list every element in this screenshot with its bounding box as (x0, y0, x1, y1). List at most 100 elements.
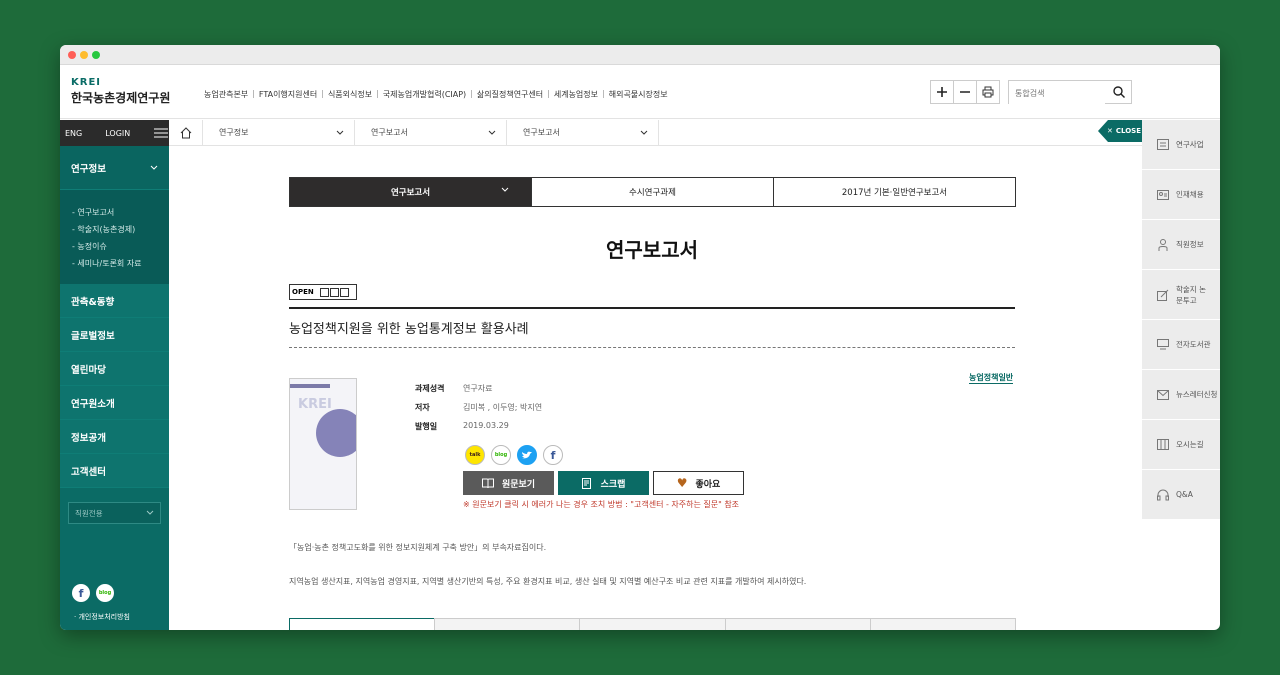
bottom-tab[interactable] (579, 618, 726, 630)
tab-adhoc-projects[interactable]: 수시연구과제 (531, 177, 774, 207)
open-license-badge: OPEN (289, 284, 357, 300)
sidebar-top-bar: ENG LOGIN (60, 120, 169, 146)
search-icon[interactable] (1113, 86, 1125, 98)
bottom-tab[interactable] (869, 618, 1017, 630)
topnav-item[interactable]: 국제농업개발협력(CIAP) (379, 89, 470, 100)
quick-item-staff[interactable]: 직원정보 (1142, 220, 1220, 270)
description-line: 지역농업 생산지표, 지역농업 경영지표, 지역별 생산기반의 특성, 주요 환… (289, 577, 807, 586)
bottom-tab[interactable] (434, 618, 581, 630)
mail-icon (1156, 389, 1170, 401)
headset-icon (1156, 489, 1170, 501)
logo-krei: KREI (71, 77, 102, 88)
site-logo[interactable]: KREI 한국농촌경제연구원 (71, 77, 170, 106)
zoom-out-button[interactable] (953, 80, 977, 104)
bottom-tabs (289, 618, 1017, 630)
report-cover-image: KREI (289, 378, 357, 510)
home-button[interactable] (169, 120, 203, 145)
chevron-down-icon (488, 130, 496, 135)
sidebar-section[interactable]: 고객센터 (60, 454, 169, 488)
report-meta: 과제성격 연구자료 저자 김미복 , 이두영; 박지연 발행일 2019.03.… (415, 383, 542, 440)
print-button[interactable] (976, 80, 1000, 104)
topnav-item[interactable]: 삶의질정책연구센터 (473, 89, 547, 100)
tab-label: 수시연구과제 (629, 188, 676, 198)
scrap-button[interactable]: 스크랩 (558, 471, 649, 495)
sidebar-section[interactable]: 관측&동향 (60, 284, 169, 318)
login-link[interactable]: LOGIN (87, 129, 150, 138)
quick-item-label: 인재채용 (1176, 190, 1204, 199)
printer-icon (982, 86, 994, 98)
site-header: KREI 한국농촌경제연구원 농업관측본부 | FTA이행지원센터 | 식품외식정보… (60, 65, 1220, 119)
breadcrumb-select[interactable]: 연구정보 (203, 120, 355, 145)
facebook-icon[interactable]: f (72, 584, 90, 602)
quick-item-journal[interactable]: 학술지 논문투고 (1142, 270, 1220, 320)
tab-2017-reports[interactable]: 2017년 기본·일반연구보고서 (773, 177, 1016, 207)
maximize-window-button[interactable] (92, 51, 100, 59)
topnav-item[interactable]: 식품외식정보 (324, 89, 376, 100)
window-titlebar (60, 45, 1220, 65)
description-line: 「농업·농촌 정책고도화를 위한 정보지원체계 구축 방안」의 부속자료집이다. (289, 543, 547, 552)
sidebar-section[interactable]: 연구원소개 (60, 386, 169, 420)
breadcrumb-label: 연구보고서 (371, 128, 408, 137)
quick-item-qna[interactable]: Q&A (1142, 470, 1220, 520)
sidebar-section[interactable]: 글로벌정보 (60, 318, 169, 352)
sidebar-subitem[interactable]: - 농정이슈 (72, 238, 169, 255)
meta-row: 과제성격 연구자료 (415, 383, 542, 402)
left-sidebar: ENG LOGIN 연구정보 - 연구보고서 - 학술지(농촌경제) - 농정이… (60, 120, 169, 630)
quick-item-label: 직원정보 (1176, 240, 1204, 249)
quick-item-directions[interactable]: 오시는길 (1142, 420, 1220, 470)
close-window-button[interactable] (68, 51, 76, 59)
privacy-policy-link[interactable]: · 개인정보처리방침 (74, 612, 130, 622)
tab-research-reports[interactable]: 연구보고서 (289, 177, 532, 207)
blog-icon[interactable]: blog (491, 445, 511, 465)
blog-icon[interactable]: blog (96, 584, 114, 602)
breadcrumb: 연구정보 연구보고서 연구보고서 (169, 120, 1142, 146)
topnav-item[interactable]: 세계농업정보 (550, 89, 602, 100)
zoom-in-button[interactable] (930, 80, 954, 104)
main-content: 연구보고서 수시연구과제 2017년 기본·일반연구보고서 연구보고서 OPEN… (169, 146, 1142, 630)
meta-value: 연구자료 (463, 384, 493, 393)
breadcrumb-select[interactable]: 연구보고서 (355, 120, 507, 145)
bottom-tab[interactable] (289, 618, 436, 630)
eng-link[interactable]: ENG (60, 129, 87, 138)
quick-item-newsletter[interactable]: 뉴스레터신청 (1142, 370, 1220, 420)
open-badge-label: OPEN (290, 288, 316, 296)
browser-window: KREI 한국농촌경제연구원 농업관측본부 | FTA이행지원센터 | 식품외식정보… (60, 45, 1220, 630)
bottom-tab[interactable] (724, 618, 871, 630)
meta-key: 발행일 (415, 422, 438, 431)
like-button[interactable]: ♥ 좋아요 (653, 471, 744, 495)
view-original-button[interactable]: 원문보기 (463, 471, 554, 495)
quick-menu: 연구사업 인재채용 직원정보 학술지 논문투고 전자도서관 뉴스레터신청 오시는… (1142, 120, 1220, 520)
cover-logo: KREI (298, 397, 332, 412)
chevron-down-icon (501, 187, 509, 192)
sidebar-section[interactable]: 정보공개 (60, 420, 169, 454)
breadcrumb-select[interactable]: 연구보고서 (507, 120, 659, 145)
quick-item-label: 연구사업 (1176, 140, 1204, 149)
menu-icon[interactable] (154, 128, 169, 138)
sidebar-subitem[interactable]: - 연구보고서 (72, 204, 169, 221)
breadcrumb-label: 연구보고서 (523, 128, 560, 137)
quick-item-library[interactable]: 전자도서관 (1142, 320, 1220, 370)
minimize-window-button[interactable] (80, 51, 88, 59)
twitter-icon[interactable] (517, 445, 537, 465)
category-link[interactable]: 농업정책일반 (969, 372, 1014, 384)
quick-item-label: 뉴스레터신청 (1176, 390, 1218, 399)
quick-item-recruit[interactable]: 인재채용 (1142, 170, 1220, 220)
like-label: 좋아요 (695, 479, 721, 490)
topnav-item[interactable]: 해외곡물시장정보 (605, 89, 672, 100)
staff-select[interactable]: 직원전용 (68, 502, 161, 524)
sidebar-section[interactable]: 열린마당 (60, 352, 169, 386)
kakao-talk-icon[interactable]: talk (465, 445, 485, 465)
topnav-item[interactable]: FTA이행지원센터 (255, 89, 321, 100)
quick-item-research[interactable]: 연구사업 (1142, 120, 1220, 170)
search-input[interactable] (1009, 82, 1105, 105)
breadcrumb-label: 연구정보 (219, 128, 249, 137)
facebook-icon[interactable]: f (543, 445, 563, 465)
topnav-item[interactable]: 농업관측본부 (200, 89, 252, 100)
pen-document-icon (1156, 289, 1170, 301)
sidebar-section-research[interactable]: 연구정보 (60, 146, 169, 190)
document-title: 농업정책지원을 위한 농업통계정보 활용사례 (289, 322, 529, 337)
sidebar-subitem[interactable]: - 학술지(농촌경제) (72, 221, 169, 238)
view-original-label: 원문보기 (501, 479, 536, 490)
sidebar-subitem[interactable]: - 세미나/토론회 자료 (72, 255, 169, 272)
top-nav: 농업관측본부 | FTA이행지원센터 | 식품외식정보 | 국제농업개발협력(CIAP… (200, 89, 672, 100)
